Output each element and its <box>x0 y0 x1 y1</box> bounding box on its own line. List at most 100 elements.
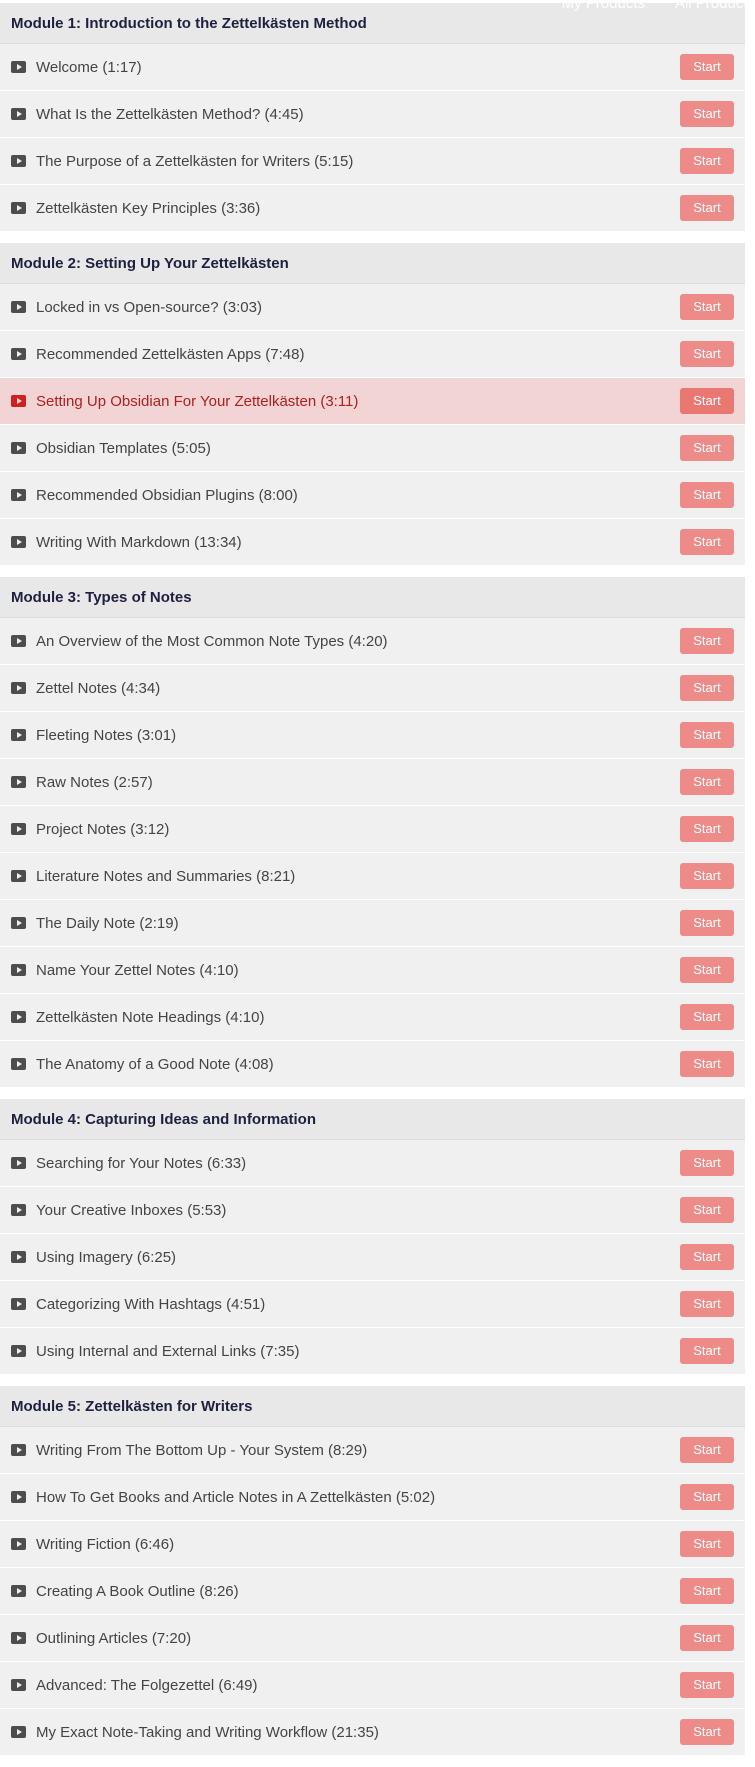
lecture-title[interactable]: Recommended Zettelkästen Apps (7:48) <box>36 346 304 363</box>
start-button[interactable]: Start <box>680 1244 734 1270</box>
lecture-item[interactable]: Recommended Zettelkästen Apps (7:48) Star… <box>0 331 745 378</box>
lecture-title[interactable]: Categorizing With Hashtags (4:51) <box>36 1296 265 1313</box>
start-button[interactable]: Start <box>680 1338 734 1364</box>
lecture-title[interactable]: Using Internal and External Links (7:35) <box>36 1343 299 1360</box>
lecture-item[interactable]: My Exact Note-Taking and Writing Workflo… <box>0 1709 745 1756</box>
lecture-title[interactable]: Raw Notes (2:57) <box>36 774 153 791</box>
lecture-item[interactable]: Searching for Your Notes (6:33) Start <box>0 1140 745 1187</box>
start-button[interactable]: Start <box>680 1197 734 1223</box>
start-button[interactable]: Start <box>680 435 734 461</box>
lecture-title[interactable]: Zettel Notes (4:34) <box>36 680 160 697</box>
start-button[interactable]: Start <box>680 769 734 795</box>
lecture-item[interactable]: Locked in vs Open-source? (3:03) Start <box>0 284 745 331</box>
lecture-title[interactable]: Literature Notes and Summaries (8:21) <box>36 868 295 885</box>
lecture-item[interactable]: Zettel Notes (4:34) Start <box>0 665 745 712</box>
start-button[interactable]: Start <box>680 1625 734 1651</box>
lecture-title[interactable]: Creating A Book Outline (8:26) <box>36 1583 239 1600</box>
lecture-title[interactable]: Writing From The Bottom Up - Your System… <box>36 1442 367 1459</box>
lecture-title[interactable]: Your Creative Inboxes (5:53) <box>36 1202 226 1219</box>
lecture-item[interactable]: Zettelkästen Note Headings (4:10) Start <box>0 994 745 1041</box>
start-button[interactable]: Start <box>680 294 734 320</box>
lecture-title[interactable]: The Daily Note (2:19) <box>36 915 179 932</box>
nav-all-products[interactable]: All Products <box>675 0 755 12</box>
video-play-icon <box>11 1157 26 1169</box>
start-button[interactable]: Start <box>680 529 734 555</box>
lecture-item[interactable]: What Is the Zettelkästen Method? (4:45) S… <box>0 91 745 138</box>
lecture-item[interactable]: Literature Notes and Summaries (8:21) Sta… <box>0 853 745 900</box>
lecture-item[interactable]: Using Imagery (6:25) Start <box>0 1234 745 1281</box>
lecture-title[interactable]: Name Your Zettel Notes (4:10) <box>36 962 239 979</box>
lecture-item[interactable]: Writing Fiction (6:46) Start <box>0 1521 745 1568</box>
lecture-title[interactable]: The Purpose of a Zettelkästen for Writer… <box>36 153 353 170</box>
lecture-item[interactable]: Name Your Zettel Notes (4:10) Start <box>0 947 745 994</box>
lecture-item[interactable]: How To Get Books and Article Notes in A … <box>0 1474 745 1521</box>
lecture-item[interactable]: Zettelkästen Key Principles (3:36) Start <box>0 185 745 232</box>
lecture-title[interactable]: My Exact Note-Taking and Writing Workflo… <box>36 1724 379 1741</box>
start-button[interactable]: Start <box>680 1291 734 1317</box>
lecture-item[interactable]: The Purpose of a Zettelkästen for Writer… <box>0 138 745 185</box>
start-button[interactable]: Start <box>680 675 734 701</box>
lecture-title[interactable]: Zettelkästen Key Principles (3:36) <box>36 200 260 217</box>
lecture-item[interactable]: Project Notes (3:12) Start <box>0 806 745 853</box>
start-button[interactable]: Start <box>680 1484 734 1510</box>
start-button[interactable]: Start <box>680 816 734 842</box>
lecture-title[interactable]: Setting Up Obsidian For Your Zettelkäste… <box>36 393 358 410</box>
lecture-item[interactable]: The Anatomy of a Good Note (4:08) Start <box>0 1041 745 1088</box>
lecture-title[interactable]: Recommended Obsidian Plugins (8:00) <box>36 487 298 504</box>
lecture-item[interactable]: Fleeting Notes (3:01) Start <box>0 712 745 759</box>
start-button[interactable]: Start <box>680 54 734 80</box>
start-button[interactable]: Start <box>680 101 734 127</box>
lecture-item[interactable]: Using Internal and External Links (7:35)… <box>0 1328 745 1375</box>
lecture-title[interactable]: An Overview of the Most Common Note Type… <box>36 633 388 650</box>
start-button[interactable]: Start <box>680 1004 734 1030</box>
start-button[interactable]: Start <box>680 1672 734 1698</box>
lecture-item[interactable]: Writing From The Bottom Up - Your System… <box>0 1427 745 1474</box>
lecture-item[interactable]: An Overview of the Most Common Note Type… <box>0 618 745 665</box>
start-button[interactable]: Start <box>680 863 734 889</box>
start-button[interactable]: Start <box>680 722 734 748</box>
start-button[interactable]: Start <box>680 195 734 221</box>
lecture-title[interactable]: Outlining Articles (7:20) <box>36 1630 191 1647</box>
start-button[interactable]: Start <box>680 1719 734 1745</box>
lecture-item-current[interactable]: Setting Up Obsidian For Your Zettelkäste… <box>0 378 745 425</box>
lecture-title[interactable]: Searching for Your Notes (6:33) <box>36 1155 246 1172</box>
lecture-item[interactable]: The Daily Note (2:19) Start <box>0 900 745 947</box>
lecture-title[interactable]: Advanced: The Folgezettel (6:49) <box>36 1677 258 1694</box>
start-button[interactable]: Start <box>680 1437 734 1463</box>
lecture-item[interactable]: Welcome (1:17) Start <box>0 44 745 91</box>
start-button[interactable]: Start <box>680 341 734 367</box>
start-button[interactable]: Start <box>680 1578 734 1604</box>
start-button[interactable]: Start <box>680 482 734 508</box>
video-play-icon <box>11 1444 26 1456</box>
start-button[interactable]: Start <box>680 1531 734 1557</box>
lecture-item[interactable]: Your Creative Inboxes (5:53) Start <box>0 1187 745 1234</box>
lecture-title[interactable]: Locked in vs Open-source? (3:03) <box>36 299 262 316</box>
start-button[interactable]: Start <box>680 1051 734 1077</box>
lecture-title[interactable]: Project Notes (3:12) <box>36 821 169 838</box>
start-button[interactable]: Start <box>680 148 734 174</box>
lecture-item[interactable]: Obsidian Templates (5:05) Start <box>0 425 745 472</box>
start-button[interactable]: Start <box>680 957 734 983</box>
lecture-title[interactable]: What Is the Zettelkästen Method? (4:45) <box>36 106 304 123</box>
lecture-item[interactable]: Writing With Markdown (13:34) Start <box>0 519 745 566</box>
start-button[interactable]: Start <box>680 910 734 936</box>
lecture-title[interactable]: How To Get Books and Article Notes in A … <box>36 1489 435 1506</box>
lecture-item[interactable]: Creating A Book Outline (8:26) Start <box>0 1568 745 1615</box>
lecture-item[interactable]: Categorizing With Hashtags (4:51) Start <box>0 1281 745 1328</box>
lecture-item[interactable]: Raw Notes (2:57) Start <box>0 759 745 806</box>
lecture-title[interactable]: Fleeting Notes (3:01) <box>36 727 176 744</box>
lecture-title[interactable]: The Anatomy of a Good Note (4:08) <box>36 1056 274 1073</box>
start-button[interactable]: Start <box>680 1150 734 1176</box>
lecture-item[interactable]: Outlining Articles (7:20) Start <box>0 1615 745 1662</box>
start-button[interactable]: Start <box>680 388 734 414</box>
lecture-title[interactable]: Using Imagery (6:25) <box>36 1249 176 1266</box>
lecture-title[interactable]: Welcome (1:17) <box>36 59 142 76</box>
lecture-item[interactable]: Recommended Obsidian Plugins (8:00) Start <box>0 472 745 519</box>
lecture-title[interactable]: Writing With Markdown (13:34) <box>36 534 242 551</box>
lecture-title[interactable]: Obsidian Templates (5:05) <box>36 440 211 457</box>
lecture-item[interactable]: Advanced: The Folgezettel (6:49) Start <box>0 1662 745 1709</box>
nav-my-products[interactable]: My Products <box>562 0 645 12</box>
start-button[interactable]: Start <box>680 628 734 654</box>
lecture-title[interactable]: Writing Fiction (6:46) <box>36 1536 174 1553</box>
lecture-title[interactable]: Zettelkästen Note Headings (4:10) <box>36 1009 264 1026</box>
